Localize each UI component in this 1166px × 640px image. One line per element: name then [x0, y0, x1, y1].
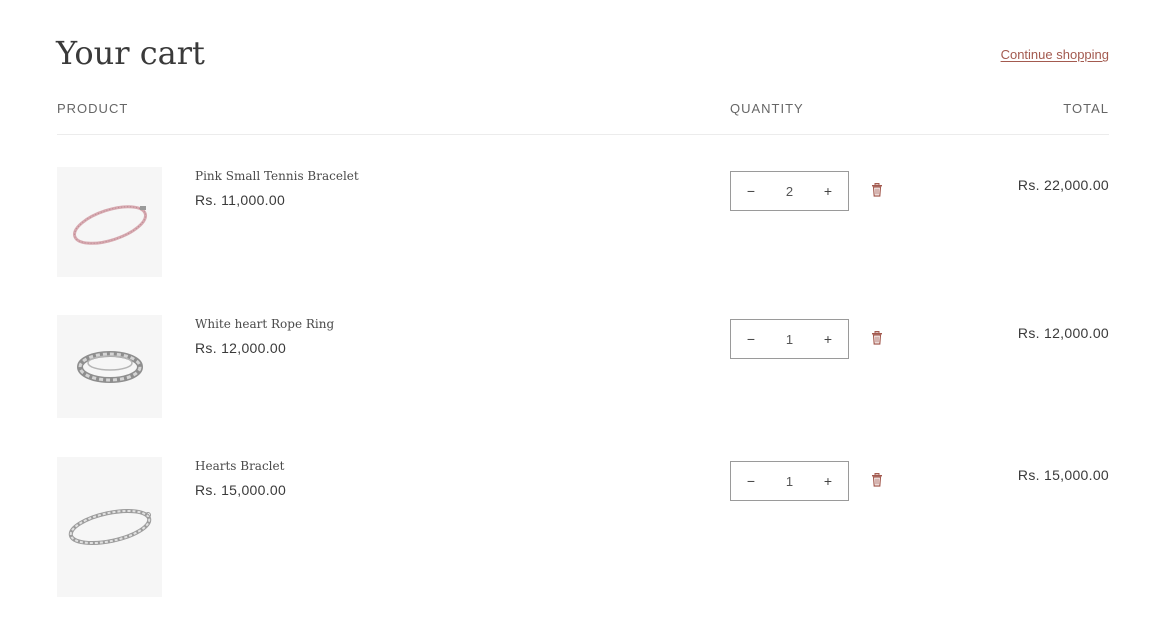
- line-total: Rs. 12,000.00: [1017, 325, 1109, 341]
- decrease-quantity-button[interactable]: −: [745, 331, 757, 347]
- line-total: Rs. 22,000.00: [1017, 177, 1109, 193]
- column-header-product: PRODUCT: [57, 101, 129, 116]
- cart-item: Hearts Braclet Rs. 15,000.00 − 1 + Rs. 1…: [0, 457, 1166, 597]
- product-image[interactable]: [57, 457, 162, 597]
- product-price: Rs. 11,000.00: [195, 192, 286, 208]
- rope-ring-image: [76, 350, 143, 383]
- column-header-total: TOTAL: [1063, 101, 1109, 116]
- increase-quantity-button[interactable]: +: [822, 473, 834, 489]
- product-image[interactable]: [57, 167, 162, 277]
- product-name[interactable]: Hearts Braclet: [195, 459, 284, 473]
- cart-item: Pink Small Tennis Bracelet Rs. 11,000.00…: [0, 167, 1166, 277]
- column-header-quantity: QUANTITY: [730, 101, 804, 116]
- increase-quantity-button[interactable]: +: [822, 183, 834, 199]
- pink-tennis-bracelet-image: [72, 205, 147, 245]
- quantity-stepper: − 2 +: [730, 171, 849, 211]
- trash-icon[interactable]: [871, 183, 883, 197]
- product-price: Rs. 15,000.00: [195, 482, 287, 498]
- decrease-quantity-button[interactable]: −: [745, 183, 757, 199]
- quantity-value[interactable]: 1: [786, 332, 793, 347]
- decrease-quantity-button[interactable]: −: [745, 473, 757, 489]
- quantity-value[interactable]: 2: [786, 184, 793, 199]
- product-price: Rs. 12,000.00: [195, 340, 287, 356]
- cart-item: White heart Rope Ring Rs. 12,000.00 − 1 …: [0, 315, 1166, 418]
- trash-icon[interactable]: [871, 331, 883, 345]
- trash-icon[interactable]: [871, 473, 883, 487]
- continue-shopping-link[interactable]: Continue shopping: [1001, 47, 1109, 62]
- quantity-stepper: − 1 +: [730, 319, 849, 359]
- hearts-bracelet-image: [68, 508, 151, 546]
- increase-quantity-button[interactable]: +: [822, 331, 834, 347]
- quantity-value[interactable]: 1: [786, 474, 793, 489]
- quantity-stepper: − 1 +: [730, 461, 849, 501]
- header-divider: [57, 134, 1109, 135]
- page-title: Your cart: [56, 34, 205, 72]
- product-name[interactable]: Pink Small Tennis Bracelet: [195, 169, 359, 183]
- product-image[interactable]: [57, 315, 162, 418]
- product-name[interactable]: White heart Rope Ring: [195, 317, 334, 331]
- line-total: Rs. 15,000.00: [1017, 467, 1109, 483]
